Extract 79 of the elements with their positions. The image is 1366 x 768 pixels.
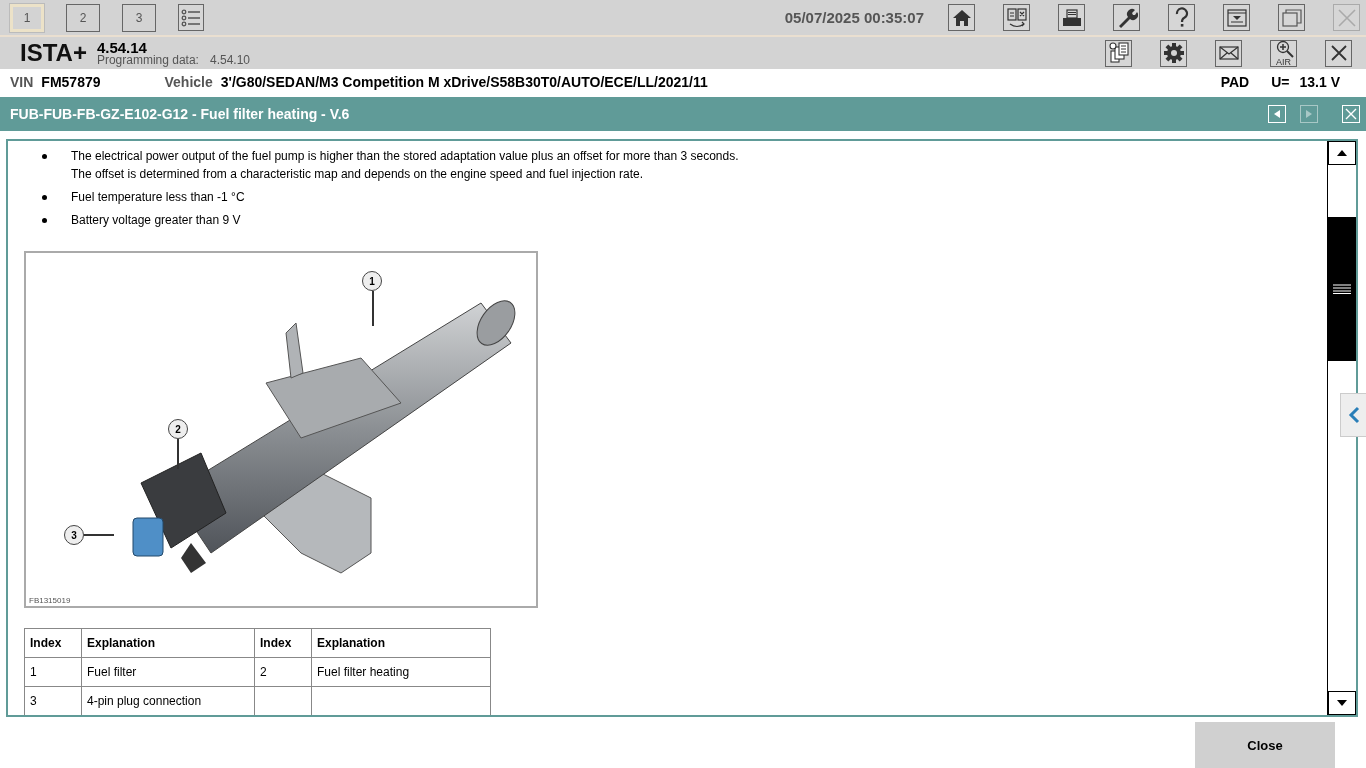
voltage-label: U=	[1271, 74, 1290, 90]
close-icon	[1329, 44, 1348, 62]
bullet-icon	[42, 195, 47, 200]
scroll-down-button[interactable]	[1328, 691, 1356, 715]
swap-icon	[1005, 6, 1028, 29]
voltage-value: 13.1 V	[1299, 74, 1340, 90]
pad-label: PAD	[1220, 74, 1250, 90]
gear-icon	[1162, 42, 1185, 64]
mail-icon	[1217, 44, 1240, 62]
close-icon	[1345, 108, 1357, 120]
bullet-text: The electrical power output of the fuel pump is higher than the stored adaptation value plus an offset for more than 3 seconds.	[71, 148, 739, 165]
vehicle-label: Vehicle	[164, 74, 213, 90]
workspace-tab[interactable]: 2	[66, 3, 100, 32]
vehicle-value: 3'/G80/SEDAN/M3 Competition M xDrive/S58B30T0/AUTO/ECE/LL/2021/11	[220, 74, 708, 90]
home-button[interactable]	[948, 4, 975, 31]
vin-label: VIN	[10, 74, 34, 90]
side-panel-tab[interactable]	[1340, 393, 1366, 437]
help-button[interactable]	[1168, 4, 1195, 31]
bullet-icon	[42, 218, 47, 223]
date-time: 05/07/2025 00:35:07	[784, 9, 924, 26]
figure-code: FB1315019	[29, 596, 71, 605]
left-triangle-icon	[1272, 109, 1282, 119]
mail-button[interactable]	[1215, 39, 1242, 67]
table-cell: Fuel filter	[81, 657, 255, 687]
gear-button[interactable]	[1160, 39, 1187, 67]
download-button[interactable]	[1223, 4, 1250, 31]
help-icon	[1173, 6, 1190, 29]
document-title: FUB-FUB-FB-GZ-E102-G12 - Fuel filter heating - V.6	[10, 106, 350, 122]
printer-icon	[1060, 7, 1083, 28]
close-button[interactable]: Close	[1195, 722, 1335, 768]
column-header: Explanation	[311, 628, 491, 658]
home-icon	[951, 7, 972, 28]
close-icon	[1336, 7, 1357, 28]
programming-data-label: Programming data:	[96, 54, 199, 67]
workspace-tab[interactable]: 3	[122, 3, 156, 32]
bullet-text: Battery voltage greater than 9 V	[71, 212, 241, 229]
vin-value: FM57879	[41, 74, 101, 90]
tray-icon	[1225, 7, 1248, 28]
programming-data-version: 4.54.10	[209, 54, 250, 67]
workspace-tab[interactable]: 1	[10, 3, 44, 32]
column-header: Index	[254, 628, 312, 658]
air-button[interactable]: AIR	[1270, 39, 1297, 67]
windows-button[interactable]	[1278, 4, 1305, 31]
windows-icon	[1280, 7, 1303, 28]
callout-line	[372, 291, 374, 326]
bullet-text: The offset is determined from a characteristic map and depends on the engine speed and fuel injection rate.	[71, 166, 645, 183]
table-cell: 3	[24, 686, 82, 715]
down-triangle-icon	[1336, 699, 1348, 707]
callout-line	[84, 534, 114, 536]
scrollbar[interactable]	[1327, 141, 1356, 715]
print-button[interactable]	[1058, 4, 1085, 31]
column-header: Index	[24, 628, 82, 658]
table-cell: Fuel filter heating	[311, 657, 491, 687]
list-button[interactable]	[178, 4, 204, 31]
scrollbar-thumb[interactable]	[1328, 217, 1356, 361]
callout-line	[177, 439, 179, 469]
documents-icon	[1106, 41, 1131, 65]
close-button[interactable]	[1325, 39, 1352, 67]
close-document-button[interactable]	[1342, 105, 1360, 123]
documents-button[interactable]	[1105, 39, 1132, 67]
callout-label: 2	[168, 419, 188, 439]
bullet-text: Fuel temperature less than -1 °C	[71, 189, 245, 206]
chevron-left-icon	[1347, 406, 1360, 424]
up-triangle-icon	[1336, 149, 1348, 157]
previous-button[interactable]	[1268, 105, 1286, 123]
swap-button[interactable]	[1003, 4, 1030, 31]
callout-label: 3	[64, 525, 84, 545]
app-name: ISTA+	[20, 39, 87, 67]
wrench-button[interactable]	[1113, 4, 1140, 31]
app-version: 4.54.14	[96, 41, 147, 54]
scroll-up-button[interactable]	[1328, 141, 1356, 165]
callout-label: 1	[362, 271, 382, 291]
table-cell: 2	[254, 657, 312, 687]
table-cell: 1	[24, 657, 82, 687]
bullet-icon	[42, 154, 47, 159]
right-triangle-icon	[1304, 109, 1314, 119]
air-label: AIR	[1276, 58, 1291, 66]
column-header: Explanation	[81, 628, 255, 658]
grip-icon	[1333, 284, 1351, 294]
